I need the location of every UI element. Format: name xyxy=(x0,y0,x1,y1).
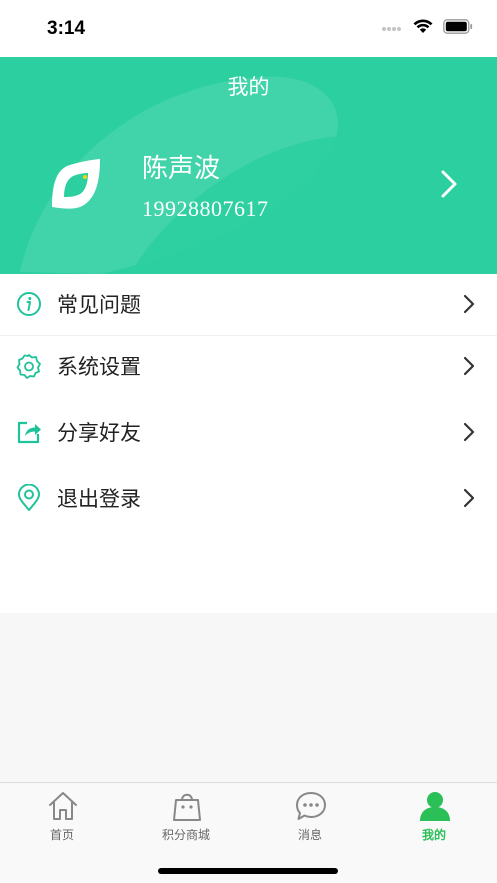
user-phone: 19928807617 xyxy=(142,196,269,221)
status-time: 3:14 xyxy=(47,18,86,39)
shopping-bag-icon xyxy=(170,789,204,823)
menu-item-label: 分享好友 xyxy=(57,421,141,445)
menu-item-logout[interactable]: 退出登录 xyxy=(0,468,497,530)
status-icons xyxy=(381,19,473,34)
menu-item-settings[interactable]: 系统设置 xyxy=(0,336,497,398)
profile-header: 我的 陈声波 19928807617 xyxy=(0,57,497,274)
tab-mine[interactable]: 我的 xyxy=(372,783,496,843)
chevron-right-icon xyxy=(440,169,458,203)
page-title: 我的 xyxy=(227,75,270,99)
chat-bubble-icon xyxy=(294,789,328,823)
battery-icon xyxy=(443,19,473,34)
tab-home[interactable]: 首页 xyxy=(0,783,124,843)
chevron-right-icon xyxy=(462,421,476,447)
status-bar: 3:14 xyxy=(0,0,497,57)
menu-item-share[interactable]: 分享好友 xyxy=(0,402,497,464)
app-logo-icon xyxy=(46,155,104,213)
tab-label: 首页 xyxy=(49,828,74,842)
menu-item-label: 系统设置 xyxy=(57,355,141,379)
user-name: 陈声波 xyxy=(142,154,221,184)
chevron-right-icon xyxy=(462,355,476,381)
location-pin-icon xyxy=(15,483,43,512)
chevron-right-icon xyxy=(462,293,476,319)
chevron-right-icon xyxy=(462,487,476,513)
tab-label: 积分商城 xyxy=(161,828,210,842)
wifi-icon xyxy=(413,19,433,34)
user-icon xyxy=(418,789,452,823)
share-icon xyxy=(15,418,43,446)
cellular-signal-icon xyxy=(381,21,403,33)
settings-menu: 常见问题 系统设置 分享好友 退出登录 xyxy=(0,274,497,613)
menu-item-label: 退出登录 xyxy=(57,487,141,511)
tab-label: 消息 xyxy=(297,828,322,842)
profile-card[interactable]: 陈声波 19928807617 xyxy=(0,142,497,242)
home-indicator xyxy=(158,868,338,874)
home-icon xyxy=(46,789,80,823)
menu-item-faq[interactable]: 常见问题 xyxy=(0,274,497,336)
tab-label: 我的 xyxy=(421,828,446,842)
menu-item-label: 常见问题 xyxy=(57,293,141,317)
profile-screen: 3:14 我的 陈声波 19928807617 常见问题 系统设置 分享好友 退… xyxy=(0,0,497,883)
tab-points-mall[interactable]: 积分商城 xyxy=(124,783,248,843)
gear-icon xyxy=(15,352,43,380)
tab-messages[interactable]: 消息 xyxy=(248,783,372,843)
info-icon xyxy=(15,290,43,318)
